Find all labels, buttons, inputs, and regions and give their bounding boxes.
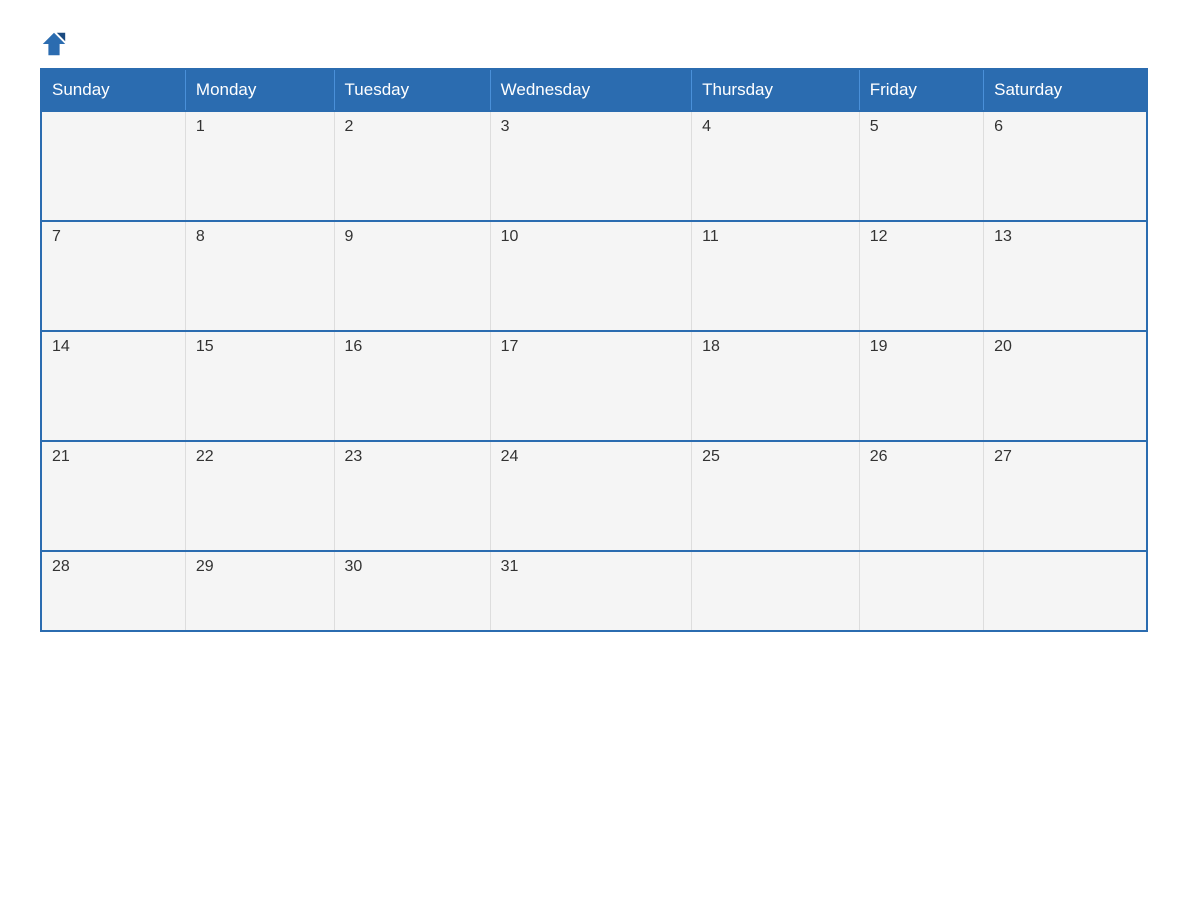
- calendar-week-row: 14 15 16 17 18 19 20: [41, 331, 1147, 441]
- day-number: 25: [702, 448, 849, 466]
- day-number: 29: [196, 558, 324, 576]
- calendar-week-row: 1 2 3 4 5 6: [41, 111, 1147, 221]
- day-number: 21: [52, 448, 175, 466]
- calendar-day-25: 25: [692, 441, 860, 551]
- calendar-day-11: 11: [692, 221, 860, 331]
- day-number: 12: [870, 228, 973, 246]
- day-number: 26: [870, 448, 973, 466]
- calendar-day-empty: [41, 111, 185, 221]
- calendar-day-16: 16: [334, 331, 490, 441]
- calendar-day-20: 20: [984, 331, 1147, 441]
- calendar-day-27: 27: [984, 441, 1147, 551]
- calendar-day-21: 21: [41, 441, 185, 551]
- calendar-day-5: 5: [859, 111, 983, 221]
- calendar-week-row: 7 8 9 10 11 12 13: [41, 221, 1147, 331]
- calendar-day-26: 26: [859, 441, 983, 551]
- day-number: 10: [501, 228, 681, 246]
- calendar-day-10: 10: [490, 221, 691, 331]
- calendar-day-13: 13: [984, 221, 1147, 331]
- day-number: 5: [870, 118, 973, 136]
- day-number: 31: [501, 558, 681, 576]
- calendar-day-29: 29: [185, 551, 334, 631]
- calendar-day-12: 12: [859, 221, 983, 331]
- weekday-header-tuesday: Tuesday: [334, 69, 490, 111]
- weekday-header-monday: Monday: [185, 69, 334, 111]
- weekday-header-friday: Friday: [859, 69, 983, 111]
- day-number: 23: [345, 448, 480, 466]
- day-number: 15: [196, 338, 324, 356]
- calendar-day-9: 9: [334, 221, 490, 331]
- weekday-header-thursday: Thursday: [692, 69, 860, 111]
- calendar-day-empty: [692, 551, 860, 631]
- day-number: 16: [345, 338, 480, 356]
- day-number: 27: [994, 448, 1136, 466]
- calendar-day-14: 14: [41, 331, 185, 441]
- calendar-day-3: 3: [490, 111, 691, 221]
- calendar-day-4: 4: [692, 111, 860, 221]
- calendar-day-empty: [984, 551, 1147, 631]
- day-number: 3: [501, 118, 681, 136]
- day-number: 11: [702, 228, 849, 246]
- calendar-day-8: 8: [185, 221, 334, 331]
- weekday-header-row: SundayMondayTuesdayWednesdayThursdayFrid…: [41, 69, 1147, 111]
- calendar-day-30: 30: [334, 551, 490, 631]
- calendar-day-31: 31: [490, 551, 691, 631]
- calendar-day-18: 18: [692, 331, 860, 441]
- day-number: 28: [52, 558, 175, 576]
- weekday-header-saturday: Saturday: [984, 69, 1147, 111]
- calendar-day-23: 23: [334, 441, 490, 551]
- logo: [40, 30, 72, 58]
- day-number: 30: [345, 558, 480, 576]
- calendar-week-row: 28 29 30 31: [41, 551, 1147, 631]
- day-number: 20: [994, 338, 1136, 356]
- day-number: 22: [196, 448, 324, 466]
- day-number: 24: [501, 448, 681, 466]
- calendar-day-28: 28: [41, 551, 185, 631]
- logo-icon: [40, 30, 68, 58]
- calendar-day-24: 24: [490, 441, 691, 551]
- weekday-header-wednesday: Wednesday: [490, 69, 691, 111]
- calendar-table: SundayMondayTuesdayWednesdayThursdayFrid…: [40, 68, 1148, 632]
- calendar-day-7: 7: [41, 221, 185, 331]
- day-number: 6: [994, 118, 1136, 136]
- day-number: 2: [345, 118, 480, 136]
- day-number: 13: [994, 228, 1136, 246]
- calendar-day-empty: [859, 551, 983, 631]
- calendar-day-6: 6: [984, 111, 1147, 221]
- day-number: 14: [52, 338, 175, 356]
- day-number: 8: [196, 228, 324, 246]
- weekday-header-sunday: Sunday: [41, 69, 185, 111]
- calendar-day-1: 1: [185, 111, 334, 221]
- calendar-day-17: 17: [490, 331, 691, 441]
- day-number: 19: [870, 338, 973, 356]
- page-header: [40, 30, 1148, 58]
- calendar-day-22: 22: [185, 441, 334, 551]
- calendar-day-19: 19: [859, 331, 983, 441]
- calendar-day-15: 15: [185, 331, 334, 441]
- day-number: 4: [702, 118, 849, 136]
- day-number: 9: [345, 228, 480, 246]
- day-number: 7: [52, 228, 175, 246]
- day-number: 1: [196, 118, 324, 136]
- calendar-week-row: 21 22 23 24 25 26 27: [41, 441, 1147, 551]
- calendar-day-2: 2: [334, 111, 490, 221]
- day-number: 18: [702, 338, 849, 356]
- day-number: 17: [501, 338, 681, 356]
